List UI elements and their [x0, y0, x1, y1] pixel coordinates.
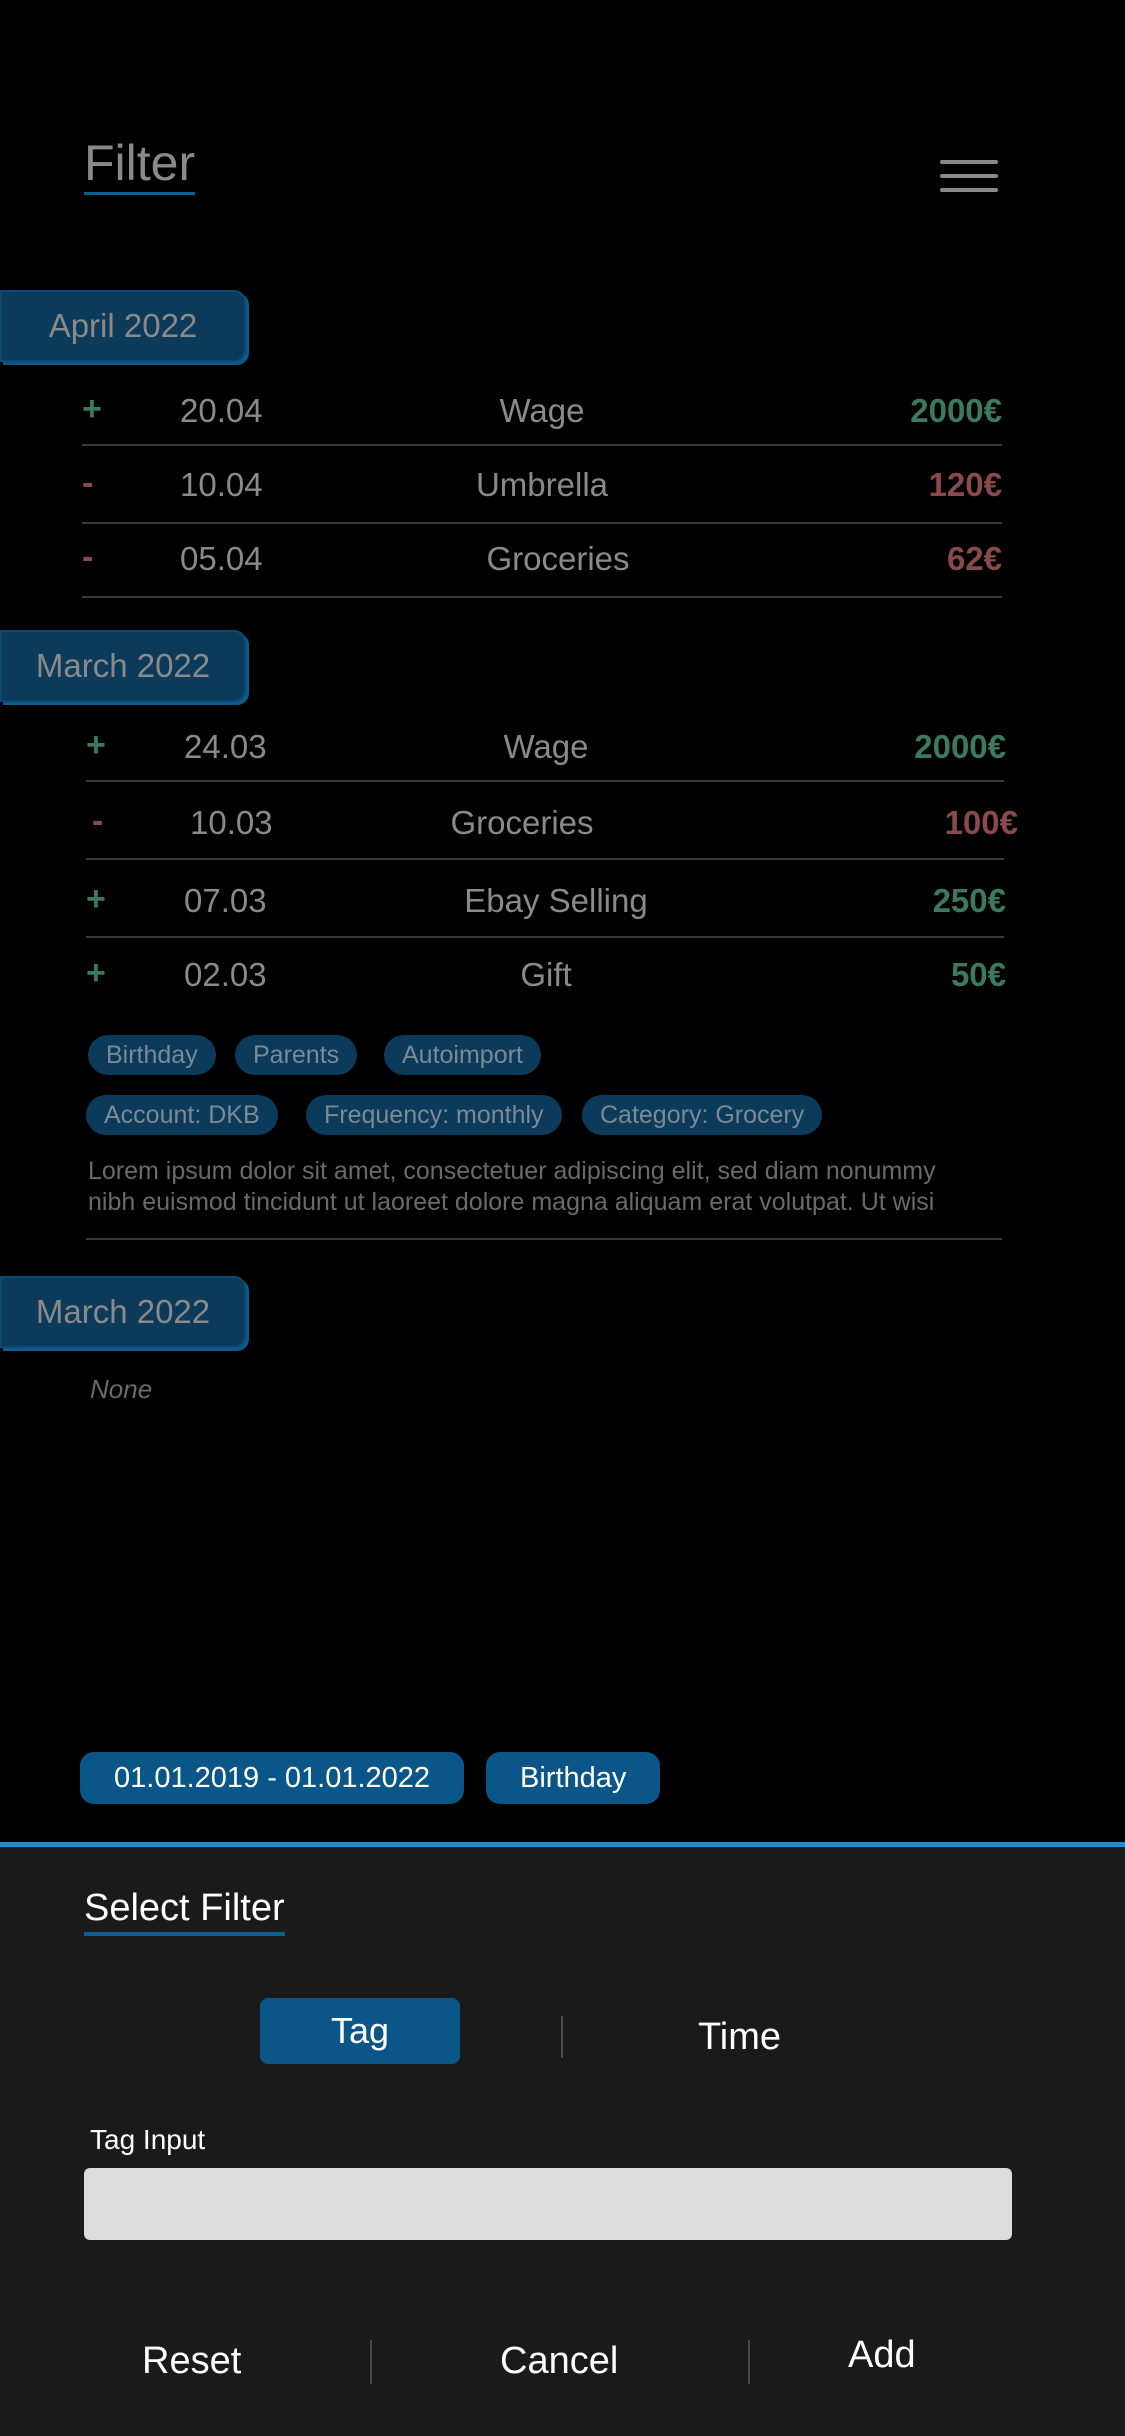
button-separator	[370, 2340, 372, 2384]
row-divider	[86, 1238, 1002, 1240]
reset-button[interactable]: Reset	[142, 2340, 241, 2383]
transaction-row[interactable]: - 10.04 Umbrella 120€	[82, 450, 1002, 524]
income-sign: +	[86, 880, 106, 918]
page-title: Filter	[84, 136, 196, 195]
tab-time[interactable]: Time	[698, 2016, 781, 2059]
transaction-row[interactable]: + 20.04 Wage 2000€	[82, 376, 1002, 450]
transaction-label: Groceries	[486, 540, 630, 577]
transaction-row[interactable]: - 05.04 Groceries 62€	[82, 524, 1002, 598]
income-sign: +	[86, 726, 106, 764]
active-filter-date-range[interactable]: 01.01.2019 - 01.01.2022	[80, 1752, 465, 1804]
transaction-amount: 2000€	[914, 728, 1006, 765]
month-header-march-2022[interactable]: March 2022	[0, 630, 246, 702]
transaction-label: Ebay Selling	[464, 882, 648, 919]
frequency-chip[interactable]: Frequency: monthly	[306, 1095, 562, 1135]
transaction-amount: 120€	[928, 466, 1002, 503]
month-header-march-2022-empty[interactable]: March 2022	[0, 1276, 246, 1348]
transaction-date: 24.03	[184, 728, 267, 765]
transaction-amount: 50€	[950, 956, 1006, 993]
row-divider	[86, 780, 1004, 782]
tag-chip-autoimport[interactable]: Autoimport	[384, 1035, 541, 1075]
transaction-date: 02.03	[184, 956, 267, 993]
month-header-april-2022[interactable]: April 2022	[0, 290, 246, 362]
category-chip[interactable]: Category: Grocery	[582, 1095, 823, 1135]
row-divider	[86, 936, 1004, 938]
button-separator	[748, 2340, 750, 2384]
app-screen: Filter April 2022 + 20.04 Wage 2000€ - 1…	[0, 0, 1125, 2436]
expense-sign: -	[82, 538, 94, 576]
tag-chip-parents[interactable]: Parents	[235, 1035, 358, 1075]
income-sign: +	[86, 954, 106, 992]
transaction-date: 20.04	[180, 392, 263, 429]
transaction-date: 05.04	[180, 540, 263, 577]
transaction-label: Umbrella	[475, 466, 609, 503]
empty-state-text: None	[90, 1374, 153, 1404]
active-filter-tag[interactable]: Birthday	[486, 1752, 661, 1804]
transaction-label: Gift	[520, 956, 572, 993]
transaction-label: Groceries	[450, 804, 594, 841]
transaction-date: 10.04	[180, 466, 263, 503]
transaction-row[interactable]: + 24.03 Wage 2000€	[86, 712, 1006, 786]
account-chip[interactable]: Account: DKB	[86, 1095, 278, 1135]
tag-input-label: Tag Input	[90, 2124, 206, 2155]
transaction-label: Wage	[499, 392, 585, 429]
tab-tag[interactable]: Tag	[260, 1998, 460, 2064]
add-button[interactable]: Add	[848, 2334, 916, 2377]
transaction-amount: 100€	[944, 804, 1018, 841]
tag-input[interactable]	[84, 2168, 1012, 2240]
transaction-row[interactable]: + 02.03 Gift 50€	[86, 940, 1006, 1014]
expense-sign: -	[92, 802, 104, 840]
transaction-row[interactable]: - 10.03 Groceries 100€	[92, 788, 1018, 862]
transaction-row[interactable]: + 07.03 Ebay Selling 250€	[86, 866, 1006, 940]
description-line: Lorem ipsum dolor sit amet, consectetuer…	[88, 1157, 936, 1185]
transaction-date: 07.03	[184, 882, 267, 919]
cancel-button[interactable]: Cancel	[500, 2340, 618, 2383]
hamburger-menu-icon[interactable]	[940, 160, 998, 196]
row-divider	[86, 858, 1004, 860]
description-line: nibh euismod tincidunt ut laoreet dolore…	[88, 1188, 935, 1216]
row-divider	[82, 444, 1002, 446]
transaction-label: Wage	[503, 728, 589, 765]
transaction-amount: 62€	[946, 540, 1002, 577]
tag-chip-birthday[interactable]: Birthday	[88, 1035, 216, 1075]
sheet-title: Select Filter	[84, 1886, 285, 1936]
row-divider	[82, 596, 1002, 598]
transaction-amount: 250€	[932, 882, 1006, 919]
expense-sign: -	[82, 464, 94, 502]
tab-separator	[561, 2016, 563, 2058]
income-sign: +	[82, 390, 102, 428]
transaction-amount: 2000€	[910, 392, 1002, 429]
transaction-description: Lorem ipsum dolor sit amet, consectetuer…	[88, 1156, 1008, 1218]
